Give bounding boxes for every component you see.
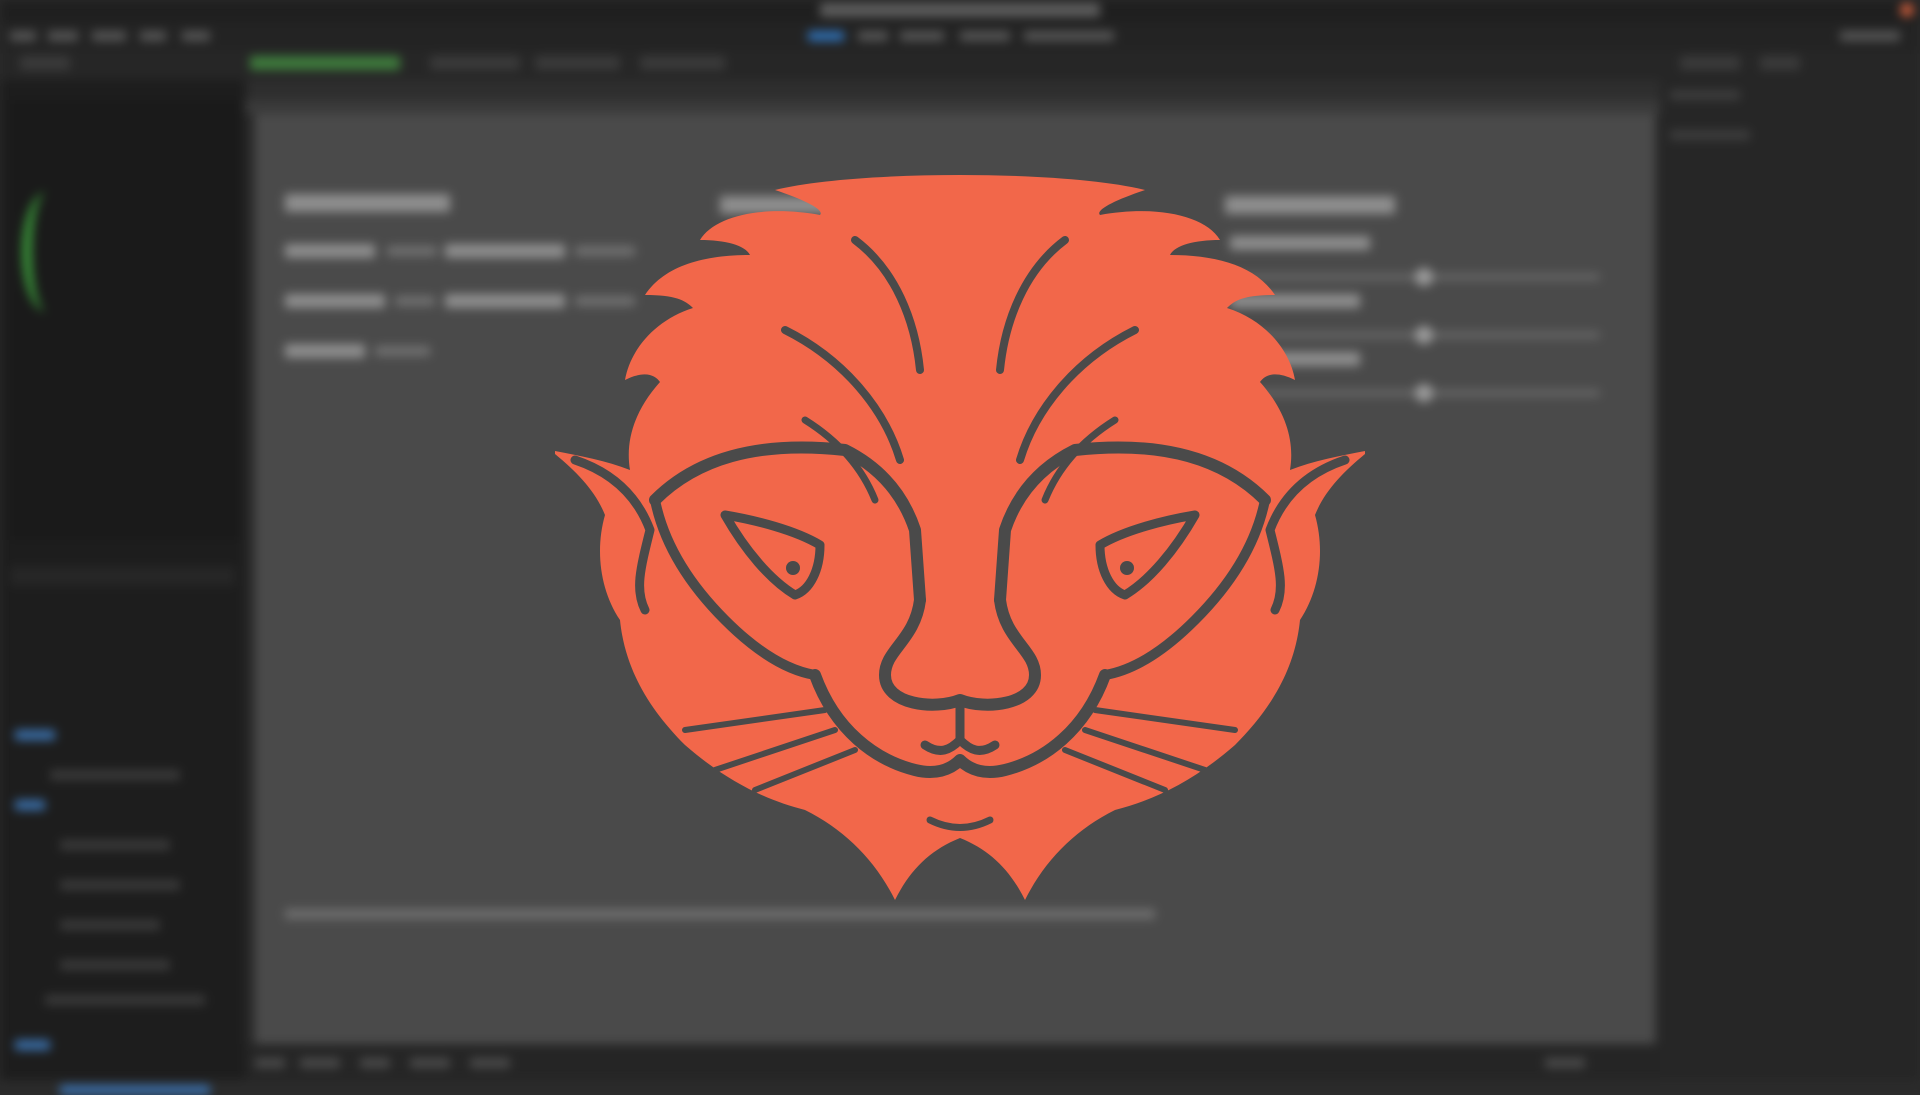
menu-tab <box>960 31 1010 41</box>
tree-item <box>60 880 180 890</box>
waveform-trace <box>22 192 72 312</box>
ruler <box>245 100 1660 114</box>
menu-item <box>182 31 210 41</box>
status-item <box>410 1058 450 1068</box>
menu-item <box>10 31 36 41</box>
form-label <box>445 244 565 258</box>
window-title <box>820 3 1100 17</box>
status-item <box>360 1058 390 1068</box>
doc-tab <box>1760 56 1800 70</box>
form-label <box>285 244 375 258</box>
doc-tab <box>20 56 70 70</box>
form-value <box>387 246 437 256</box>
panel-row <box>1670 130 1750 140</box>
title-bar <box>0 0 1920 22</box>
form-value <box>375 346 430 356</box>
close-window-icon <box>1900 3 1914 17</box>
menu-item <box>92 31 126 41</box>
menu-item <box>140 31 166 41</box>
status-item <box>255 1058 285 1068</box>
status-item <box>300 1058 340 1068</box>
menu-tab <box>858 31 888 41</box>
tree-item <box>15 730 55 740</box>
menu-item <box>48 31 78 41</box>
panel-row <box>1670 90 1740 100</box>
slider-knob <box>1415 384 1433 402</box>
slider-knob <box>1415 268 1433 286</box>
tree-item <box>50 770 180 780</box>
caption-text <box>285 909 1155 919</box>
tree-item <box>60 840 170 850</box>
menu-bar <box>0 22 1920 50</box>
menu-item <box>1840 31 1900 41</box>
status-bar <box>245 1044 1660 1080</box>
menu-tab <box>900 31 944 41</box>
document-tab-bar <box>0 50 1920 80</box>
status-item <box>1545 1058 1585 1068</box>
tree-item <box>15 1040 50 1050</box>
menu-tab-active <box>808 31 844 41</box>
slider-knob <box>1415 326 1433 344</box>
left-sidebar <box>0 80 245 1095</box>
form-label <box>445 294 565 308</box>
tree-item <box>60 960 170 970</box>
tree-item <box>45 995 205 1005</box>
doc-tab-active <box>250 56 400 70</box>
lion-head-logo <box>550 170 1370 910</box>
right-sidebar <box>1660 80 1920 1080</box>
doc-tab <box>1680 56 1740 70</box>
tree-item <box>15 800 45 810</box>
form-label <box>285 294 385 308</box>
tree-item-selected <box>60 1085 210 1095</box>
doc-tab <box>430 56 520 70</box>
menu-tab <box>1024 31 1114 41</box>
waveform-preview <box>10 100 240 540</box>
doc-tab <box>535 56 620 70</box>
sidebar-header <box>10 566 235 586</box>
section-heading <box>285 194 450 212</box>
form-label <box>285 344 365 358</box>
status-item <box>470 1058 510 1068</box>
form-value <box>395 296 435 306</box>
doc-tab <box>640 56 725 70</box>
tree-item <box>60 920 160 930</box>
